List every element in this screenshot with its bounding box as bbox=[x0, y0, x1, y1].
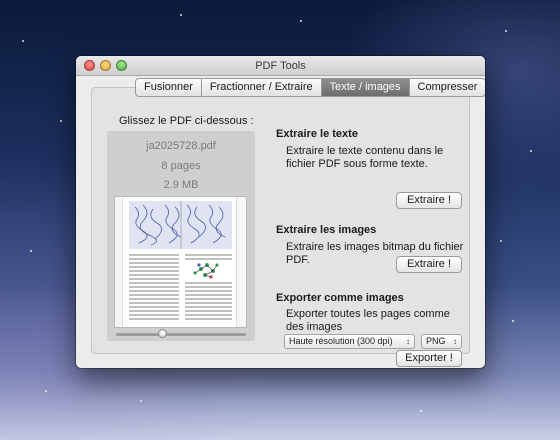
extract-text-title: Extraire le texte bbox=[276, 128, 358, 140]
page-slider-thumb[interactable] bbox=[158, 329, 167, 338]
file-name: ja2025728.pdf bbox=[146, 140, 216, 152]
preview-page bbox=[122, 197, 237, 327]
tab-content-panel: Glissez le PDF ci-dessous : ja2025728.pd… bbox=[91, 87, 470, 367]
page-count: 8 pages bbox=[161, 160, 201, 172]
format-select[interactable]: PNG ↕ bbox=[421, 334, 462, 349]
pdf-page-preview bbox=[114, 196, 247, 328]
drop-instruction: Glissez le PDF ci-dessous : bbox=[119, 115, 254, 127]
chevron-updown-icon: ↕ bbox=[406, 337, 410, 346]
export-images-description: Exporter toutes les pages comme des imag… bbox=[286, 308, 450, 333]
tab-compresser[interactable]: Compresser bbox=[410, 79, 485, 96]
export-button[interactable]: Exporter ! bbox=[396, 350, 462, 367]
page-slider-track[interactable] bbox=[116, 333, 246, 336]
title-bar: PDF Tools bbox=[76, 56, 485, 76]
extract-text-button[interactable]: Extraire ! bbox=[396, 192, 462, 209]
tab-fractionner-extraire[interactable]: Fractionner / Extraire bbox=[202, 79, 322, 96]
extract-text-description: Extraire le texte contenu dans le fichie… bbox=[286, 145, 444, 170]
tab-fusionner[interactable]: Fusionner bbox=[136, 79, 202, 96]
resolution-select[interactable]: Haute résolution (300 dpi) ↕ bbox=[284, 334, 415, 349]
resolution-value: Haute résolution (300 dpi) bbox=[289, 336, 393, 346]
format-value: PNG bbox=[426, 336, 446, 346]
window-title: PDF Tools bbox=[255, 60, 306, 72]
pdf-drop-zone[interactable]: ja2025728.pdf 8 pages 2.9 MB bbox=[107, 131, 255, 341]
extract-images-title: Extraire les images bbox=[276, 224, 377, 236]
extract-images-button[interactable]: Extraire ! bbox=[396, 256, 462, 273]
tab-texte-images[interactable]: Texte / images bbox=[321, 79, 410, 96]
tab-bar: Fusionner Fractionner / Extraire Texte /… bbox=[135, 78, 485, 97]
export-images-title: Exporter comme images bbox=[276, 292, 404, 304]
page-thumbnail-image bbox=[129, 201, 232, 320]
chevron-updown-icon: ↕ bbox=[453, 337, 457, 346]
pdf-tools-window: PDF Tools Fusionner Fractionner / Extrai… bbox=[76, 56, 485, 368]
file-size: 2.9 MB bbox=[163, 179, 199, 191]
